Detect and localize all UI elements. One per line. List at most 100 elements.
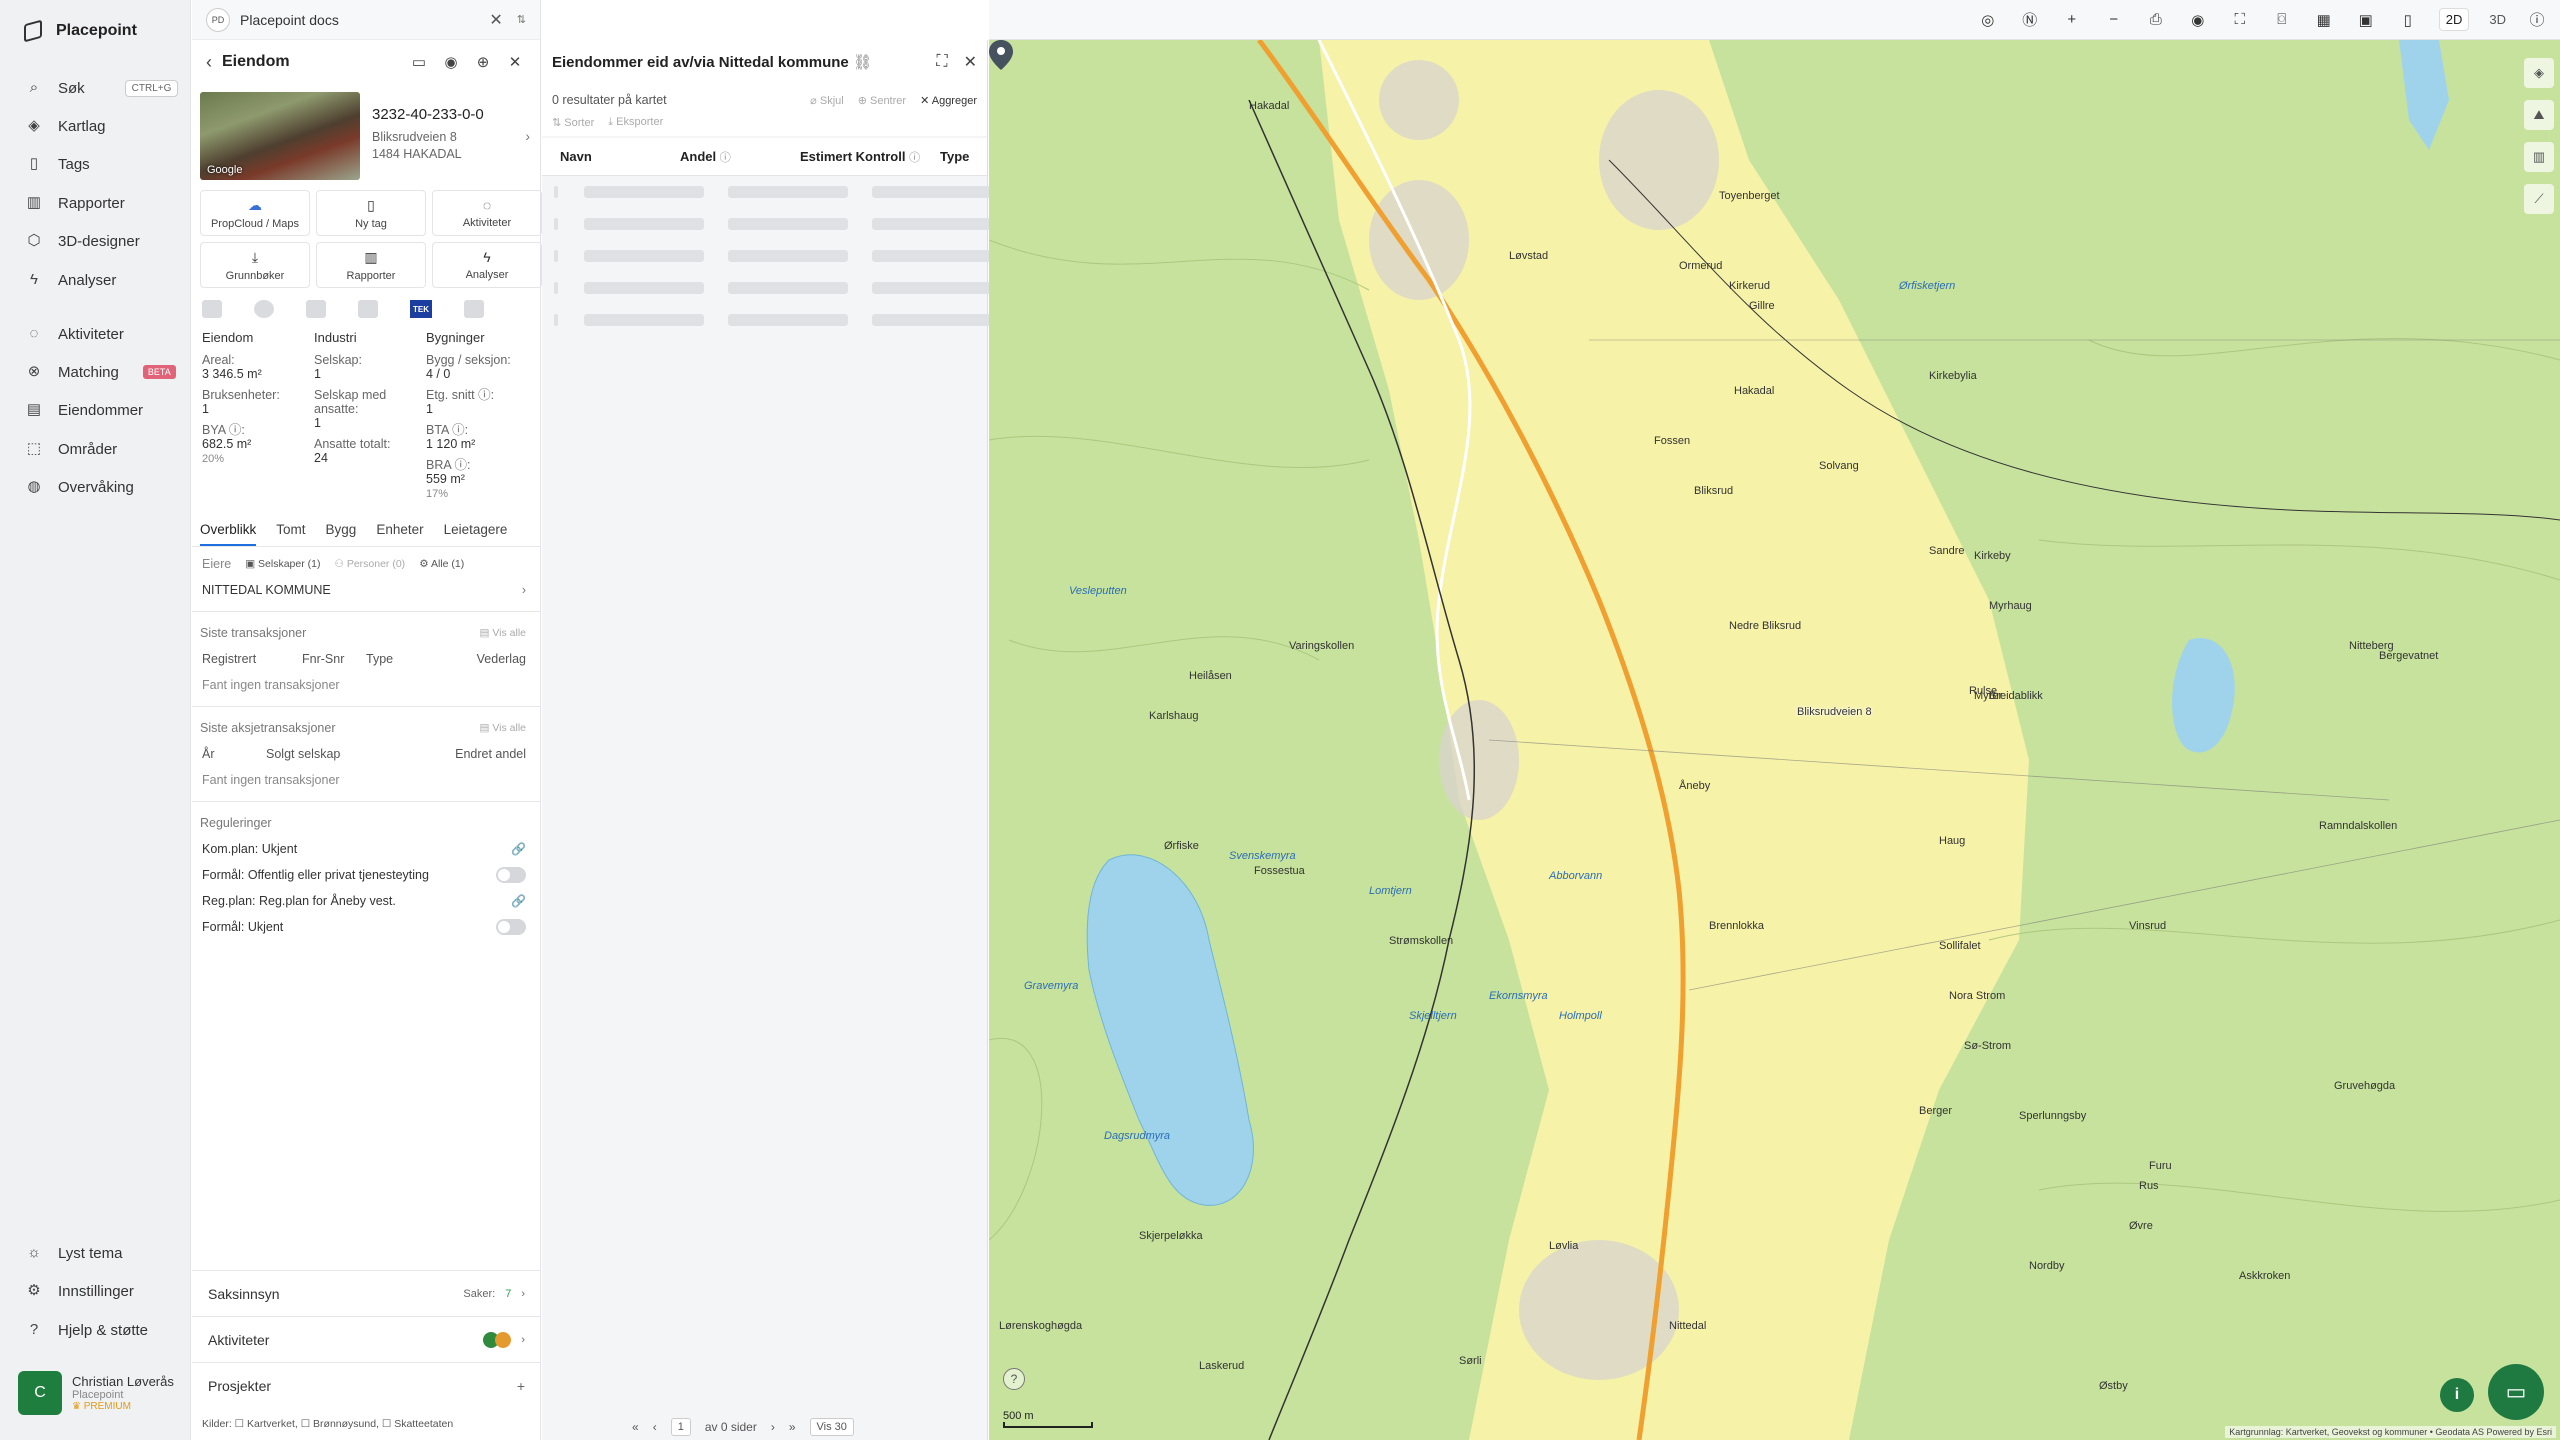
sidebar-item-tags[interactable]: ▯ Tags [26, 151, 90, 177]
sidebar-item-theme[interactable]: ☼ Lyst tema [26, 1240, 122, 1266]
source-icon[interactable] [464, 300, 484, 318]
measure-tool-icon[interactable]: ⟋ [2524, 184, 2554, 214]
hide-button[interactable]: ⌀ Skjul [810, 94, 844, 107]
link-icon[interactable]: 🔗 [511, 894, 526, 908]
eye-icon[interactable]: ◉ [2187, 11, 2209, 29]
info-icon[interactable]: ⓘ [2526, 9, 2548, 30]
link-icon[interactable]: ⛓ [853, 54, 872, 71]
source-icon[interactable] [358, 300, 378, 318]
column-header[interactable]: Type [940, 149, 980, 164]
tab-tomt[interactable]: Tomt [276, 514, 305, 546]
first-page-icon[interactable]: « [632, 1420, 639, 1434]
close-icon[interactable]: ✕ [504, 53, 526, 71]
grunnboker-button[interactable]: ⤓ Grunnbøker [200, 242, 310, 288]
activities-button[interactable]: ◌ Aktiviteter [432, 190, 542, 236]
back-icon[interactable]: ‹ [206, 52, 212, 73]
sidebar-item-settings[interactable]: ⚙ Innstillinger [26, 1278, 134, 1304]
saksinnsyn-row[interactable]: Saksinnsyn Saker: 7 › [192, 1270, 541, 1316]
sidebar-item-overvaking[interactable]: ◍ Overvåking [26, 474, 133, 500]
bookmark-icon[interactable]: ▯ [2397, 11, 2419, 29]
propcloud-button[interactable]: ☁ PropCloud / Maps [200, 190, 310, 236]
layers-tool-icon[interactable]: ◈ [2524, 58, 2554, 88]
sort-button[interactable]: ⇅ Sorter [552, 116, 594, 136]
tab-bygg[interactable]: Bygg [326, 514, 357, 546]
aktiviteter-row[interactable]: Aktiviteter › [192, 1316, 541, 1362]
sidebar-item-eiendommer[interactable]: ▤ Eiendommer [26, 397, 143, 423]
sidebar-item-matching[interactable]: ⊗ Matching BETA [26, 359, 176, 385]
prosjekter-row[interactable]: Prosjekter + [192, 1362, 541, 1408]
info-button[interactable]: i [2440, 1378, 2474, 1412]
layout-icon[interactable]: ▣ [2355, 11, 2377, 29]
chat-button[interactable]: ▭ [2488, 1364, 2544, 1420]
grid-icon[interactable]: ▦ [2313, 11, 2335, 29]
sidebar-item-aktiviteter[interactable]: ◌ Aktiviteter [26, 321, 124, 347]
zoom-out-icon[interactable]: − [2103, 11, 2125, 28]
column-header[interactable]: Navn [560, 149, 680, 164]
regulation-toggle[interactable] [496, 919, 526, 935]
export-button[interactable]: ⤓ Eksporter [608, 116, 663, 136]
eye-icon[interactable]: ◉ [440, 53, 462, 71]
property-card[interactable]: Google 3232-40-233-0-0 Bliksrudveien 8 1… [192, 84, 540, 186]
camera-icon[interactable]: ⌼ [2271, 11, 2293, 28]
tek-badge[interactable]: TEK [410, 300, 432, 318]
chart-tool-icon[interactable]: ▥ [2524, 142, 2554, 172]
page-size-select[interactable]: Vis 30 [809, 1418, 854, 1436]
source-icon[interactable] [202, 300, 222, 318]
center-button[interactable]: ⊕ Sentrer [858, 94, 906, 107]
aggregate-button[interactable]: ✕ Aggreger [920, 94, 977, 107]
sidebar-item-kartlag[interactable]: ◈ Kartlag [26, 113, 105, 139]
doc-tab[interactable]: PD Placepoint docs ✕ ⇅ [192, 0, 540, 40]
close-icon[interactable]: ✕ [964, 52, 977, 72]
map-canvas[interactable]: Hakadal Toyenberget Ormerud Løvstad Kirkerud… [989, 40, 2560, 1440]
brand[interactable]: Placepoint [24, 19, 137, 43]
sidebar-item-rapporter[interactable]: ▥ Rapporter [26, 190, 125, 216]
sidebar-item-help[interactable]: ? Hjelp & støtte [26, 1317, 148, 1343]
filter-alle[interactable]: ⚙ Alle (1) [419, 558, 464, 570]
filter-personer[interactable]: ⚇ Personer (0) [334, 558, 405, 570]
view-all-link[interactable]: ▤ Vis alle [479, 722, 526, 734]
compass-icon[interactable]: Ⓝ [2019, 9, 2041, 30]
add-icon[interactable]: ⊕ [472, 53, 494, 71]
terrain-tool-icon[interactable]: ⛰ [2524, 100, 2554, 130]
column-header[interactable]: Estimert Kontroll ⓘ [800, 149, 940, 165]
sidebar-item-3d-designer[interactable]: ⬡ 3D-designer [26, 228, 139, 254]
button-label: Eksporter [616, 116, 664, 128]
tab-enheter[interactable]: Enheter [376, 514, 423, 546]
place-label: Nedre Bliksrud [1729, 620, 1802, 632]
sidebar-item-analyser[interactable]: ϟ Analyser [26, 267, 116, 293]
link-icon[interactable]: 🔗 [511, 842, 526, 856]
fullscreen-icon[interactable]: ⛶ [2229, 11, 2251, 28]
owner-row[interactable]: NITTEDAL KOMMUNE › [192, 577, 540, 603]
reports-button[interactable]: ▥ Rapporter [316, 242, 426, 288]
zoom-in-icon[interactable]: + [2061, 11, 2083, 28]
regulation-toggle[interactable] [496, 867, 526, 883]
tab-overblikk[interactable]: Overblikk [200, 514, 257, 546]
prev-page-icon[interactable]: ‹ [653, 1420, 657, 1434]
next-page-icon[interactable]: › [771, 1420, 775, 1434]
close-icon[interactable]: ✕ [489, 10, 502, 30]
location-pin-icon[interactable] [989, 40, 1013, 70]
source-icon[interactable] [254, 300, 274, 318]
column-header[interactable]: Andel ⓘ [680, 149, 800, 165]
filter-selskaper[interactable]: ▣ Selskaper (1) [245, 558, 320, 570]
source-icon[interactable] [306, 300, 326, 318]
bbox-icon[interactable]: ▭ [408, 53, 430, 71]
analyses-button[interactable]: ϟ Analyser [432, 242, 542, 288]
mode-2d-button[interactable]: 2D [2438, 8, 2470, 31]
last-page-icon[interactable]: » [789, 1420, 796, 1434]
mode-3d-button[interactable]: 3D [2489, 12, 2506, 27]
user-profile[interactable]: C Christian Løverås Placepoint ♛ PREMIUM [18, 1371, 174, 1415]
view-all-link[interactable]: ▤ Vis alle [479, 627, 526, 639]
help-icon[interactable]: ? [1003, 1368, 1025, 1390]
print-icon[interactable]: ⎙ [2145, 11, 2167, 28]
globe-icon[interactable]: ◎ [1977, 11, 1999, 29]
chevron-updown-icon[interactable]: ⇅ [517, 13, 526, 26]
new-tag-button[interactable]: ▯ Ny tag [316, 190, 426, 236]
plus-icon[interactable]: + [517, 1378, 525, 1394]
sidebar-item-omrader[interactable]: ⬚ Områder [26, 436, 117, 462]
tab-leietagere[interactable]: Leietagere [444, 514, 508, 546]
expand-icon[interactable]: ⛶ [936, 53, 947, 71]
page-input[interactable]: 1 [670, 1418, 691, 1436]
sidebar-item-search[interactable]: ⌕ Søk CTRL+G [26, 75, 179, 101]
streetview-photo[interactable]: Google [200, 92, 360, 180]
